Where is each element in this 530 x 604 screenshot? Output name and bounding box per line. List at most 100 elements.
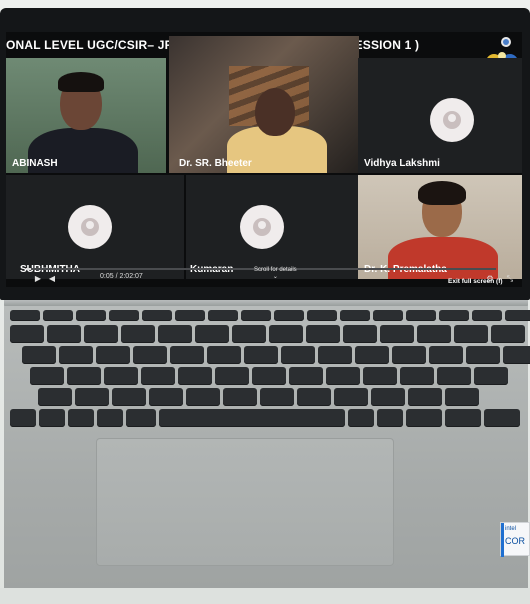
keyboard-key[interactable]: [104, 367, 138, 385]
keyboard-key[interactable]: [343, 325, 377, 343]
keyboard-key[interactable]: [269, 325, 303, 343]
keyboard-key[interactable]: [355, 346, 389, 364]
avatar: [68, 205, 112, 249]
participant-tile-bheeter[interactable]: Dr. SR. Bheeter: [169, 36, 359, 173]
participant-tile-premalatha[interactable]: Dr. K. Premalatha: [358, 175, 522, 279]
keyboard-key[interactable]: [175, 310, 205, 321]
keyboard-key[interactable]: [371, 388, 405, 406]
keyboard-key[interactable]: [195, 325, 229, 343]
keyboard-key[interactable]: [439, 310, 469, 321]
keyboard-key[interactable]: [252, 367, 286, 385]
keyboard-key[interactable]: [484, 409, 520, 427]
keyboard-key[interactable]: [133, 346, 167, 364]
keyboard-key[interactable]: [373, 310, 403, 321]
keyboard-key[interactable]: [112, 388, 146, 406]
keyboard-key[interactable]: [377, 409, 403, 427]
keyboard-key[interactable]: [10, 409, 36, 427]
keyboard-key[interactable]: [491, 325, 525, 343]
keyboard-key[interactable]: [406, 409, 442, 427]
keyboard-key[interactable]: [505, 310, 530, 321]
laptop-deck: intel COR: [4, 306, 530, 588]
trackpad[interactable]: [96, 438, 394, 566]
keyboard-key[interactable]: [289, 367, 323, 385]
keyboard-key[interactable]: [429, 346, 463, 364]
keyboard-key[interactable]: [170, 346, 204, 364]
keyboard-key[interactable]: [307, 310, 337, 321]
keyboard-key[interactable]: [96, 346, 130, 364]
keyboard-key[interactable]: [142, 310, 172, 321]
keyboard-key[interactable]: [326, 367, 360, 385]
keyboard-key[interactable]: [445, 409, 481, 427]
keyboard-key[interactable]: [158, 325, 192, 343]
keyboard-key[interactable]: [76, 310, 106, 321]
keyboard-key[interactable]: [109, 310, 139, 321]
keyboard-key[interactable]: [223, 388, 257, 406]
keyboard-key[interactable]: [241, 310, 271, 321]
keyboard-key[interactable]: [30, 367, 64, 385]
participant-tile-vidhya[interactable]: Vidhya Lakshmi: [358, 58, 522, 173]
keyboard-key[interactable]: [408, 388, 442, 406]
keyboard-key[interactable]: [306, 325, 340, 343]
keyboard-key[interactable]: [141, 367, 175, 385]
keyboard-key[interactable]: [392, 346, 426, 364]
keyboard-key[interactable]: [318, 346, 352, 364]
keyboard-key[interactable]: [38, 388, 72, 406]
keyboard-key[interactable]: [75, 388, 109, 406]
keyboard-key[interactable]: [274, 310, 304, 321]
avatar: [240, 205, 284, 249]
keyboard-key[interactable]: [121, 325, 155, 343]
keyboard-key[interactable]: [363, 367, 397, 385]
keyboard-key[interactable]: [207, 346, 241, 364]
keyboard-key[interactable]: [59, 346, 93, 364]
keyboard-key[interactable]: [126, 409, 156, 427]
keyboard-key[interactable]: [281, 346, 315, 364]
play-icon[interactable]: ▶: [34, 275, 42, 283]
exit-fullscreen-icon[interactable]: ⤡: [506, 275, 514, 283]
volume-icon[interactable]: ◀: [48, 275, 56, 283]
keyboard-key[interactable]: [260, 388, 294, 406]
intel-sticker: intel COR: [500, 522, 530, 557]
keyboard-key[interactable]: [84, 325, 118, 343]
participant-tile-subhmitha[interactable]: SUBHMITHA: [6, 175, 184, 279]
keyboard-key[interactable]: [178, 367, 212, 385]
keyboard-key[interactable]: [297, 388, 331, 406]
keyboard-key[interactable]: [97, 409, 123, 427]
keyboard-key[interactable]: [39, 409, 65, 427]
keyboard-key[interactable]: [68, 409, 94, 427]
spacebar-key[interactable]: [159, 409, 345, 427]
keyboard-key[interactable]: [10, 325, 44, 343]
chevron-down-icon: ⌄: [272, 274, 278, 280]
table-surface: [0, 588, 530, 604]
scroll-hint[interactable]: Scroll for details ⌄: [254, 267, 297, 280]
keyboard-key[interactable]: [208, 310, 238, 321]
keyboard-key[interactable]: [47, 325, 81, 343]
keyboard-key[interactable]: [503, 346, 530, 364]
keyboard-key[interactable]: [215, 367, 249, 385]
keyboard-key[interactable]: [400, 367, 434, 385]
keyboard-key[interactable]: [348, 409, 374, 427]
keyboard-key[interactable]: [232, 325, 266, 343]
keyboard-key[interactable]: [186, 388, 220, 406]
keyboard-key[interactable]: [466, 346, 500, 364]
keyboard-key[interactable]: [454, 325, 488, 343]
keyboard-key[interactable]: [437, 367, 471, 385]
keyboard-key[interactable]: [67, 367, 101, 385]
keyboard-key[interactable]: [340, 310, 370, 321]
keyboard-key[interactable]: [417, 325, 451, 343]
participant-tile-kumaran[interactable]: Kumaran: [186, 175, 358, 279]
keyboard-key[interactable]: [472, 310, 502, 321]
timecode: 0:05 / 2:02:07: [100, 273, 143, 280]
gear-icon[interactable]: ⚙: [486, 275, 494, 283]
laptop-lid: ONAL LEVEL UGC/CSIR– JRF/NET WORKSHOP ( …: [0, 8, 530, 300]
keyboard-key[interactable]: [22, 346, 56, 364]
keyboard-key[interactable]: [244, 346, 278, 364]
keyboard-key[interactable]: [445, 388, 479, 406]
keyboard-key[interactable]: [474, 367, 508, 385]
keyboard-key[interactable]: [149, 388, 183, 406]
keyboard-key[interactable]: [406, 310, 436, 321]
keyboard-key[interactable]: [10, 310, 40, 321]
keyboard-key[interactable]: [334, 388, 368, 406]
participant-tile-abinash[interactable]: ABINASH: [6, 58, 166, 173]
keyboard-key[interactable]: [43, 310, 73, 321]
keyboard-key[interactable]: [380, 325, 414, 343]
